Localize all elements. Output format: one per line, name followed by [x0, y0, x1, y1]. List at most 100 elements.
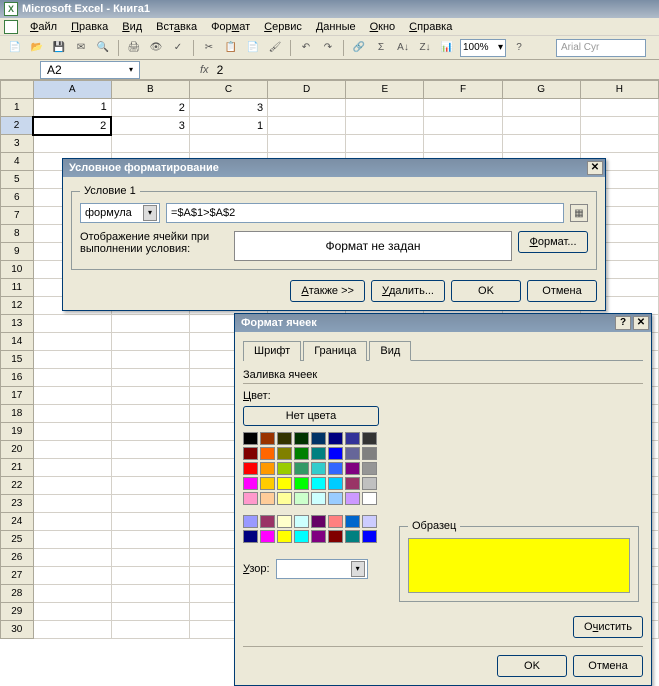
color-swatch[interactable] [328, 492, 343, 505]
menu-file[interactable]: Файл [24, 19, 63, 35]
cell[interactable] [424, 135, 502, 153]
cell[interactable] [580, 135, 658, 153]
row-header[interactable]: 28 [1, 585, 34, 603]
cell[interactable] [424, 99, 502, 117]
cell[interactable] [111, 621, 189, 639]
cell[interactable] [33, 441, 111, 459]
cell[interactable] [502, 117, 580, 135]
cell[interactable]: 1 [189, 117, 267, 135]
row-header[interactable]: 20 [1, 441, 34, 459]
cell[interactable] [268, 135, 346, 153]
cell[interactable] [268, 117, 346, 135]
cell[interactable] [111, 387, 189, 405]
color-swatch[interactable] [311, 477, 326, 490]
cell[interactable] [33, 405, 111, 423]
no-color-button[interactable]: Нет цвета [243, 406, 379, 426]
row-header[interactable]: 10 [1, 261, 34, 279]
sort-desc-icon[interactable]: Z↓ [416, 39, 434, 57]
cell[interactable]: 3 [189, 99, 267, 117]
cell[interactable] [346, 135, 424, 153]
color-swatch[interactable] [362, 530, 377, 543]
cell[interactable] [111, 369, 189, 387]
row-header[interactable]: 11 [1, 279, 34, 297]
row-header[interactable]: 14 [1, 333, 34, 351]
row-header[interactable]: 12 [1, 297, 34, 315]
row-header[interactable]: 25 [1, 531, 34, 549]
col-header[interactable]: F [424, 81, 502, 99]
color-swatch[interactable] [294, 477, 309, 490]
color-swatch[interactable] [311, 492, 326, 505]
tab-border[interactable]: Граница [303, 341, 367, 361]
row-header[interactable]: 26 [1, 549, 34, 567]
color-swatch[interactable] [260, 477, 275, 490]
delete-button[interactable]: Удалить... [371, 280, 445, 302]
color-swatch[interactable] [260, 530, 275, 543]
row-header[interactable]: 15 [1, 351, 34, 369]
color-swatch[interactable] [362, 447, 377, 460]
cell[interactable] [111, 513, 189, 531]
menu-view[interactable]: Вид [116, 19, 148, 35]
color-swatch[interactable] [294, 432, 309, 445]
cell[interactable] [268, 99, 346, 117]
col-header[interactable]: G [502, 81, 580, 99]
color-swatch[interactable] [362, 477, 377, 490]
row-header[interactable]: 4 [1, 153, 34, 171]
color-swatch[interactable] [243, 530, 258, 543]
row-header[interactable]: 29 [1, 603, 34, 621]
cell[interactable] [111, 315, 189, 333]
spell-icon[interactable]: ✓ [169, 39, 187, 57]
row-header[interactable]: 30 [1, 621, 34, 639]
pattern-dropdown[interactable]: ▾ [276, 559, 368, 579]
cell[interactable] [111, 333, 189, 351]
color-swatch[interactable] [362, 432, 377, 445]
redo-icon[interactable]: ↷ [319, 39, 337, 57]
cell[interactable]: 2 [33, 117, 111, 135]
cell[interactable] [33, 477, 111, 495]
row-header[interactable]: 22 [1, 477, 34, 495]
fx-label[interactable]: fx [200, 64, 209, 76]
cell[interactable] [111, 441, 189, 459]
color-swatch[interactable] [260, 432, 275, 445]
row-header[interactable]: 5 [1, 171, 34, 189]
cell[interactable] [111, 405, 189, 423]
cell[interactable]: 1 [33, 99, 111, 117]
ok-button[interactable]: OK [451, 280, 521, 302]
cell[interactable] [580, 117, 658, 135]
cell[interactable] [33, 585, 111, 603]
cell[interactable] [189, 135, 267, 153]
cell[interactable] [33, 621, 111, 639]
tab-font[interactable]: Шрифт [243, 341, 301, 361]
undo-icon[interactable]: ↶ [297, 39, 315, 57]
format-painter-icon[interactable]: 🖌 [266, 39, 284, 57]
color-swatch[interactable] [345, 530, 360, 543]
print-icon[interactable]: 🖨 [125, 39, 143, 57]
row-header[interactable]: 3 [1, 135, 34, 153]
cell[interactable] [111, 531, 189, 549]
formula-input[interactable]: =$A$1>$A$2 [166, 203, 564, 223]
cell[interactable] [33, 315, 111, 333]
menu-tools[interactable]: Сервис [258, 19, 308, 35]
cell[interactable] [33, 459, 111, 477]
row-header[interactable]: 18 [1, 405, 34, 423]
dialog-titlebar[interactable]: Формат ячеек ? ✕ [235, 314, 651, 332]
menu-help[interactable]: Справка [403, 19, 458, 35]
cell[interactable] [33, 423, 111, 441]
row-header[interactable]: 13 [1, 315, 34, 333]
color-swatch[interactable] [311, 530, 326, 543]
color-swatch[interactable] [277, 477, 292, 490]
cell[interactable] [424, 117, 502, 135]
color-swatch[interactable] [277, 447, 292, 460]
font-combo[interactable]: Arial Cyr [556, 39, 646, 57]
menu-data[interactable]: Данные [310, 19, 362, 35]
color-swatch[interactable] [277, 462, 292, 475]
color-swatch[interactable] [294, 530, 309, 543]
col-header[interactable]: H [580, 81, 658, 99]
chart-icon[interactable]: 📊 [438, 39, 456, 57]
dialog-titlebar[interactable]: Условное форматирование ✕ [63, 159, 605, 177]
cell[interactable] [580, 99, 658, 117]
color-swatch[interactable] [362, 515, 377, 528]
cell[interactable]: 3 [111, 117, 189, 135]
color-swatch[interactable] [260, 492, 275, 505]
color-swatch[interactable] [277, 515, 292, 528]
cancel-button[interactable]: Отмена [527, 280, 597, 302]
